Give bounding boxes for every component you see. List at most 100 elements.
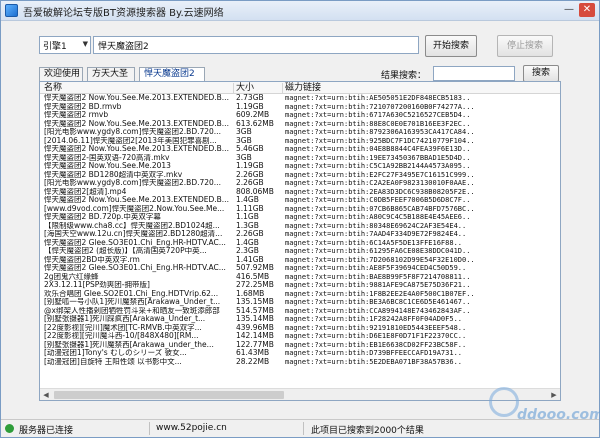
table-row[interactable]: 2g团鬼六红缘蜂 416.5MB magnet:?xt=urn:btih:BAE8B… bbox=[40, 273, 560, 282]
row-name-cell: @x绑架人性播剁团牺牲罚斗采+和晒友一致斑添郎部 bbox=[44, 306, 220, 315]
row-magnet-cell: magnet:?xt=urn:btih:CCA8994148E743462843… bbox=[285, 306, 471, 315]
row-name-cell: [阳光电影www.ygdy8.com]悍天魔盗团2.BD.720... bbox=[44, 179, 221, 187]
column-header-size[interactable]: 大小 bbox=[236, 82, 254, 94]
close-button[interactable]: ✕ bbox=[579, 3, 595, 17]
row-size-cell: 1.4GB bbox=[236, 196, 259, 204]
scrollbar-thumb[interactable] bbox=[54, 391, 284, 399]
table-row[interactable]: 【悍天魔盗团2 (超长版)】【高清国英720P中英... 2.3GB magnet:… bbox=[40, 247, 560, 256]
column-divider[interactable] bbox=[233, 83, 234, 93]
row-magnet-cell: magnet:?xt=urn:btih:19EE73450367BBAD1E5D… bbox=[285, 153, 471, 162]
column-header-magnet[interactable]: 磁力链接 bbox=[285, 82, 321, 94]
table-row[interactable]: [22度影视][完川魔斗西-10/[848X480][RM... 142.14MB… bbox=[40, 332, 560, 341]
row-name-cell: [22度影视][完川]魔术团[TC-RMVB.中英双字... bbox=[44, 323, 202, 332]
start-search-button[interactable]: 开始搜索 bbox=[425, 35, 477, 57]
row-magnet-cell: magnet:?xt=urn:btih:80348E69624C2AF3E54E… bbox=[285, 221, 467, 230]
table-row[interactable]: [阳光电影www.ygdy8.com]悍天魔盗团2.BD.720... 3GB ma… bbox=[40, 128, 560, 137]
app-logo-icon bbox=[5, 4, 18, 17]
table-row[interactable]: [22度影视][完川]魔术团[TC-RMVB.中英双字... 439.96MB ma… bbox=[40, 324, 560, 333]
row-magnet-cell: magnet:?xt=urn:btih:AE505051E2DF848ECB51… bbox=[285, 94, 471, 102]
table-row[interactable]: 悍天魔盗团2 BD1280超清中英双字.mkv 2.26GB magnet:?xt=… bbox=[40, 171, 560, 180]
connection-status-icon bbox=[5, 424, 14, 433]
row-size-cell: 1.19GB bbox=[236, 102, 264, 111]
row-name-cell: 2X3.12.11[PSP劲爽团-拥带版] bbox=[44, 281, 150, 289]
row-magnet-cell: magnet:?xt=urn:btih:E2FC27F3495E7C16151C… bbox=[285, 170, 475, 179]
result-filter-label: 结果搜索： bbox=[381, 71, 427, 81]
table-row[interactable]: [别墅张摄器1]死川踩疯西[Arakawa_Under_t... 135.14MB… bbox=[40, 315, 560, 324]
row-name-cell: 欢乐合唱团 Glee.SO2E01.Chi_Eng.HDTVrip.62... bbox=[44, 289, 219, 298]
scroll-left-icon[interactable]: ◀ bbox=[40, 389, 52, 400]
table-row[interactable]: 悍天魔盗团2 Now.You.See.Me.2013.EXTENDED.B...… bbox=[40, 120, 560, 129]
row-magnet-cell: magnet:?xt=urn:btih:C5C1A92BB2144A4573A0… bbox=[285, 162, 471, 170]
row-magnet-cell: magnet:?xt=urn:btih:A80C9C4C5B188E4E45AE… bbox=[285, 213, 471, 221]
minimize-button[interactable]: — bbox=[561, 3, 577, 17]
table-row[interactable]: 悍天魔盗团2[超清].mp4 808.06MB magnet:?xt=urn:bti… bbox=[40, 188, 560, 197]
row-size-cell: 61.43MB bbox=[236, 349, 270, 357]
table-row[interactable]: [www.d9vod.com]悍天魔盗团2.Now.You.See.Me... 1… bbox=[40, 205, 560, 214]
table-row[interactable]: [2014.06.11]悍天魔盗团2[2013年美国犯罪喜剧... 3GB magn… bbox=[40, 137, 560, 146]
title-bar: 吾爱破解论坛专版BT资源搜索器 By.云速网络 — ✕ bbox=[1, 1, 599, 21]
watermark-text: ddooo.com bbox=[517, 407, 600, 423]
row-name-cell: 悍天魔盗团2BD中英双字.rm bbox=[44, 255, 140, 264]
row-size-cell: 122.77MB bbox=[236, 340, 274, 349]
table-row[interactable]: 悍天魔盗团2 BD.720p.中英双字幕 1.1GB magnet:?xt=urn:… bbox=[40, 213, 560, 222]
keyword-input[interactable]: 悍天魔盗团2 bbox=[93, 36, 419, 54]
column-divider[interactable] bbox=[282, 83, 283, 93]
table-row[interactable]: 悍天魔盗团2 rmvb 609.2MB magnet:?xt=urn:btih:67… bbox=[40, 111, 560, 120]
row-magnet-cell: magnet:?xt=urn:btih:2EA83D3DC6C938B08205… bbox=[285, 187, 475, 196]
table-row[interactable]: [海国天空www.12u.cn]悍天魔盗团2.BD1280超清... 2.26GB… bbox=[40, 230, 560, 239]
app-window: 吾爱破解论坛专版BT资源搜索器 By.云速网络 — ✕ 引擎1 ▼ 悍天魔盗团2… bbox=[0, 0, 600, 438]
row-name-cell: 悍天魔盗团2 Now.You.See.Me.2013.EXTENDED.B... bbox=[44, 196, 229, 204]
row-name-cell: [海国天空www.12u.cn]悍天魔盗团2.BD1280超清... bbox=[44, 230, 223, 238]
status-divider bbox=[303, 422, 304, 435]
table-row[interactable]: 2X3.12.11[PSP劲爽团-拥带版] 272.25MB magnet:?xt=… bbox=[40, 281, 560, 290]
row-size-cell: 3GB bbox=[236, 136, 252, 145]
table-row[interactable]: 悍天魔盗团2 Now.You.See.Me.2013.EXTENDED.B...… bbox=[40, 196, 560, 205]
row-size-cell: 1.68MB bbox=[236, 289, 265, 298]
watermark-logo-icon bbox=[489, 387, 519, 417]
table-row[interactable]: 悍天魔盗团2 BD.rmvb 1.19GB magnet:?xt=urn:btih:… bbox=[40, 103, 560, 112]
row-name-cell: [22度影视][完川魔斗西-10/[848X480][RM... bbox=[44, 332, 199, 340]
table-row[interactable]: 悍天魔盗团2-国英双语-720高清.mkv 3GB magnet:?xt=urn:b… bbox=[40, 154, 560, 163]
table-row[interactable]: 悍天魔盗团2 Glee.SO3E01.Chi_Eng.HR-HDTV.AC...… bbox=[40, 239, 560, 248]
row-name-cell: 2g团鬼六红缘蜂 bbox=[44, 272, 99, 281]
tab-welcome[interactable]: 欢迎使用 bbox=[39, 67, 83, 81]
row-name-cell: [别墅呱一号小队1]死川魔禁西[Arakawa_Under_t... bbox=[44, 298, 221, 306]
row-magnet-cell: magnet:?xt=urn:btih:925BDC7F1DC74210779F… bbox=[285, 136, 475, 145]
row-size-cell: 439.96MB bbox=[236, 323, 274, 332]
result-filter-input[interactable] bbox=[433, 66, 515, 81]
table-row[interactable]: 悍天魔盗团2 Now.You.See.Me.2013.EXTENDED.B...… bbox=[40, 94, 560, 103]
table-row[interactable]: 悍天魔盗团2BD中英双字.rm 1.41GB magnet:?xt=urn:btih… bbox=[40, 256, 560, 265]
engine-select[interactable]: 引擎1 ▼ bbox=[39, 36, 91, 54]
column-header-name[interactable]: 名称 bbox=[44, 82, 62, 94]
table-row[interactable]: 【限制级www.cha8.cc】悍天魔盗团2.BD1024超... 1.3GB ma… bbox=[40, 222, 560, 231]
row-name-cell: 悍天魔盗团2[超清].mp4 bbox=[44, 187, 127, 196]
table-row[interactable]: 欢乐合唱团 Glee.SO2E01.Chi_Eng.HDTVrip.62... 1… bbox=[40, 290, 560, 299]
row-magnet-cell: magnet:?xt=urn:btih:6717A630C5216527CEB5… bbox=[285, 111, 471, 119]
engine-select-value: 引擎1 bbox=[43, 42, 67, 52]
row-magnet-cell: magnet:?xt=urn:btih:AE8F5F39694CED4C50D5… bbox=[285, 264, 467, 272]
table-row[interactable]: 悍天魔盗团2 Glee.SO3E01.Chi_Eng.HR-HDTV.AC...… bbox=[40, 264, 560, 273]
row-size-cell: 416.5MB bbox=[236, 272, 270, 281]
window-title: 吾爱破解论坛专版BT资源搜索器 By.云速网络 bbox=[23, 8, 224, 19]
tab-fangtian[interactable]: 方天大圣 bbox=[87, 67, 135, 81]
row-size-cell: 135.14MB bbox=[236, 315, 274, 323]
row-size-cell: 2.26GB bbox=[236, 230, 264, 238]
horizontal-scrollbar[interactable]: ◀ ▶ bbox=[40, 388, 560, 400]
table-row[interactable]: [别墅张摄器1]死川魔禁西[Arakawa_under_the... 122.77… bbox=[40, 341, 560, 350]
tab-keyword-results[interactable]: 悍天魔盗团2 bbox=[139, 67, 205, 81]
row-size-cell: 2.26GB bbox=[236, 179, 264, 187]
row-name-cell: [www.d9vod.com]悍天魔盗团2.Now.You.See.Me... bbox=[44, 204, 225, 213]
row-magnet-cell: magnet:?xt=urn:btih:BAE8B99F5F8F72147088… bbox=[285, 272, 471, 281]
stop-search-button[interactable]: 停止搜索 bbox=[497, 35, 553, 57]
row-name-cell: 悍天魔盗团2 rmvb bbox=[44, 111, 109, 119]
table-row[interactable]: 悍天魔盗团2 Now.You.See.Me.2013 1.19GB magnet:?… bbox=[40, 162, 560, 171]
table-row[interactable]: 悍天魔盗团2 Now.You.See.Me.2013.EXTENDED.B...… bbox=[40, 145, 560, 154]
table-row[interactable]: @x绑架人性播剁团牺牲罚斗采+和晒友一致斑添郎部 514.57MB magnet:?… bbox=[40, 307, 560, 316]
table-row[interactable]: [动漫冠团1]Tony's むしのシリーズ 彼女... 61.43MB magnet… bbox=[40, 349, 560, 358]
row-magnet-cell: magnet:?xt=urn:btih:61295FA6CE08E38DDC04… bbox=[285, 247, 471, 255]
filter-search-button[interactable]: 搜索 bbox=[523, 65, 559, 82]
table-row[interactable]: [动漫冠团]自旋特 王阳性颂 以书影中文... 28.22MB magnet:?xt… bbox=[40, 358, 560, 367]
table-row[interactable]: [阳光电影www.ygdy8.com]悍天魔盗团2.BD.720... 2.26G… bbox=[40, 179, 560, 188]
row-magnet-cell: magnet:?xt=urn:btih:1F28242A8FF0F04AD0F5… bbox=[285, 315, 463, 323]
table-row[interactable]: [别墅呱一号小队1]死川魔禁西[Arakawa_Under_t... 135.15… bbox=[40, 298, 560, 307]
